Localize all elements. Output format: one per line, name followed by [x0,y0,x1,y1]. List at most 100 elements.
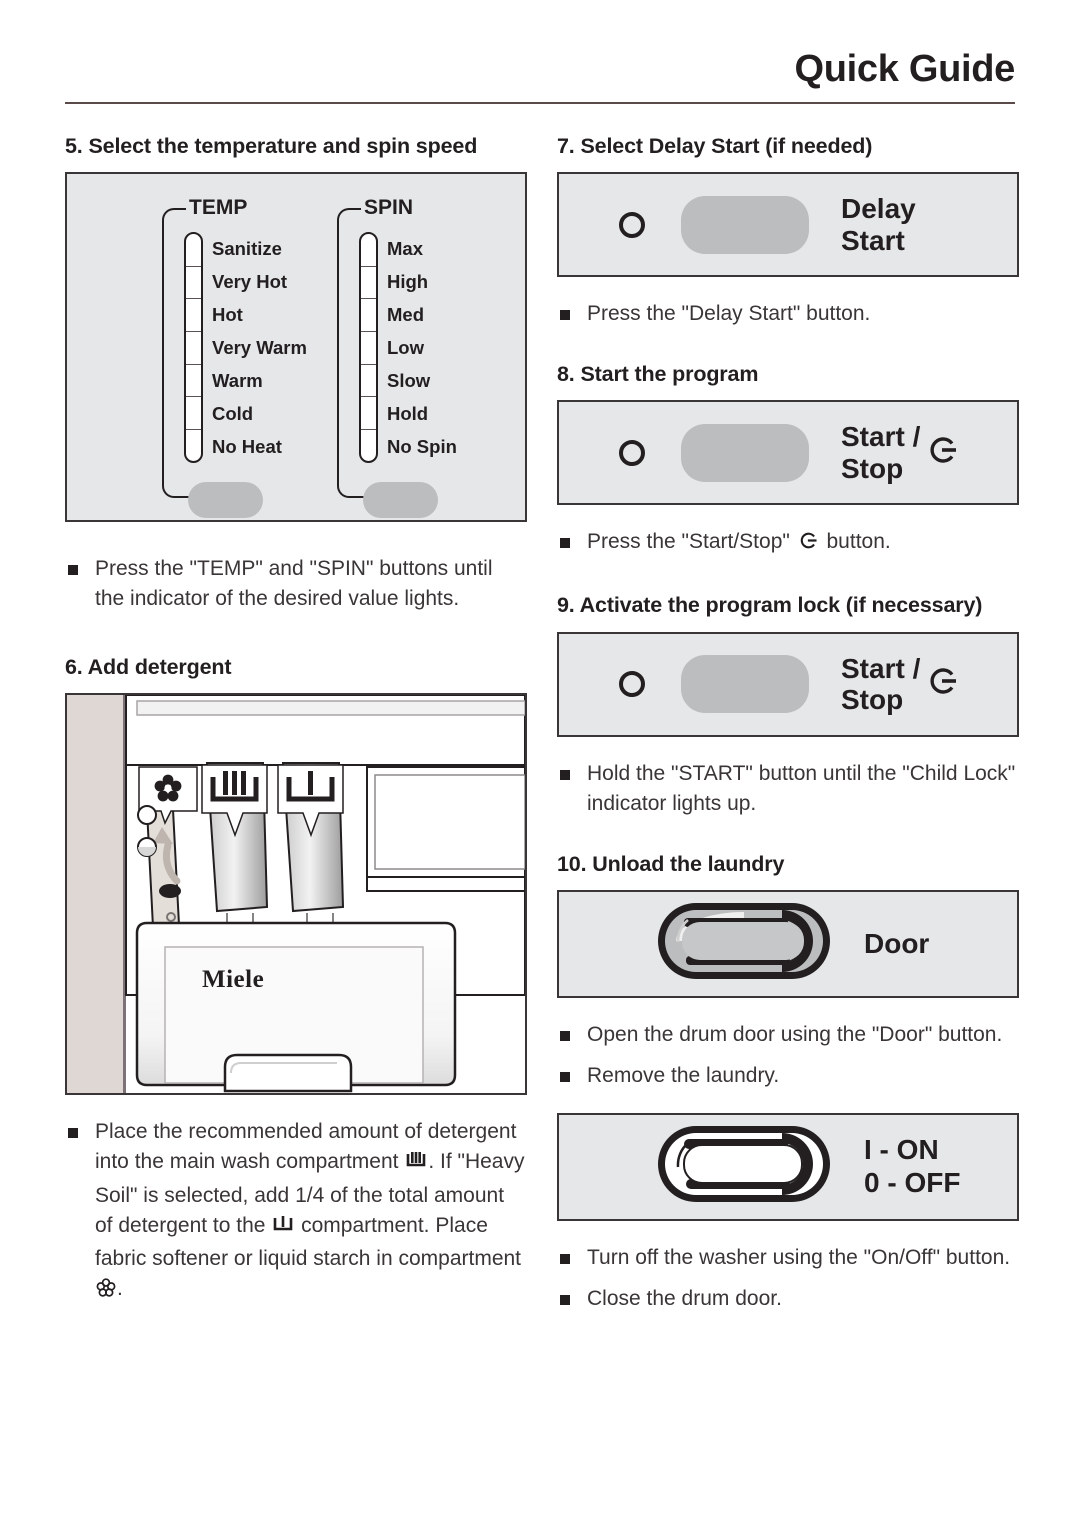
step-10-bullets-b: Turn off the washer using the "On/Off" b… [557,1243,1019,1314]
step-8-heading: 8. Start the program [557,362,759,387]
page-header: Quick Guide [65,48,1015,104]
spin-indicator-body: Max High Med Low Slow Hold No Spin [359,232,457,464]
spin-option: Max [387,238,423,260]
prewash-icon [272,1214,294,1244]
step-7-heading: 7. Select Delay Start (if needed) [557,134,873,158]
bullet-item: Close the drum door. [557,1284,1019,1314]
spin-option: No Spin [387,436,457,458]
program-lock-label: Start / Stop [841,652,921,716]
temp-option: Hot [212,304,243,326]
step-9-heading: 9. Activate the program lock (if necessa… [557,593,983,618]
bullet-item: Remove the laundry. [557,1061,1019,1091]
start-stop-label-wrap: Start / Stop [841,421,960,484]
onoff-rocker-button[interactable] [654,1121,834,1212]
temp-indicator-bar [184,232,203,464]
main-wash-icon [405,1150,427,1180]
bullet-item: Press the "TEMP" and "SPIN" buttons unti… [65,554,527,614]
quick-guide-page: Quick Guide 5. Select the temperature an… [0,0,1080,1529]
start-stop-led-icon [619,439,645,466]
detergent-drawer-illustration: Miele [65,693,527,1096]
bullet-item: Turn off the washer using the "On/Off" b… [557,1243,1019,1273]
step-10-bullets-a: Open the drum door using the "Door" butt… [557,1020,1019,1091]
step-5-bullets: Press the "TEMP" and "SPIN" buttons unti… [65,554,527,614]
delay-start-label-wrap: Delay Start [841,193,916,256]
right-column: 7. Select Delay Start (if needed) Delay … [557,133,1019,1314]
page-title: Quick Guide [794,48,1015,90]
temp-segment [186,430,201,462]
step-7-bullets: Press the "Delay Start" button. [557,299,1019,329]
temp-control-group: TEMP Sanitize Very Hot Hot Very Warm War… [162,196,337,520]
temp-button[interactable] [188,482,263,519]
spin-option: Med [387,304,424,326]
onoff-button-panel: I - ON 0 - OFF [557,1112,1019,1221]
spin-option: Hold [387,403,429,425]
left-column: 5. Select the temperature and spin speed… [65,133,527,1307]
bullet-item: Press the "Delay Start" button. [557,299,1019,329]
temp-option: Sanitize [212,238,282,260]
step-6-heading: 6. Add detergent [65,655,232,680]
spin-option: Slow [387,370,431,392]
detergent-text-part-4: . [117,1276,123,1300]
temp-label: TEMP [186,196,251,221]
temp-option-labels: Sanitize Very Hot Hot Very Warm Warm Col… [212,232,307,463]
step-5-heading: 5. Select the temperature and spin speed [65,134,478,158]
temp-indicator-body: Sanitize Very Hot Hot Very Warm Warm Col… [184,232,307,464]
temp-option: Very Hot [212,271,288,293]
drawer-drawing: Miele [67,695,525,1094]
temp-segment [186,267,201,300]
spin-indicator-bar [359,232,378,464]
program-lock-led-icon [619,671,645,698]
temp-segment [186,365,201,398]
temp-segment [186,332,201,365]
spin-segment [361,397,376,430]
temp-spin-panel: TEMP Sanitize Very Hot Hot Very Warm War… [65,172,527,523]
start-stop-panel-9: Start / Stop [557,631,1019,737]
start-stop-text-part-2: button. [820,530,891,554]
bullet-item: Hold the "START" button until the "Child… [557,759,1019,819]
temp-segment [186,299,201,332]
step-9-bullets: Hold the "START" button until the "Child… [557,759,1019,819]
spin-segment [361,267,376,300]
temp-segment [186,397,201,430]
start-stop-key[interactable] [681,423,809,482]
door-label: Door [864,927,930,959]
program-lock-key[interactable] [681,655,809,714]
spin-segment [361,299,376,332]
bullet-item: Place the recommended amount of detergen… [65,1117,527,1306]
start-stop-icon [926,664,960,705]
spin-option: Low [387,337,424,359]
temp-segment [186,234,201,267]
start-stop-icon [797,530,820,560]
spin-segment [361,234,376,267]
delay-start-key[interactable] [681,195,809,254]
miele-brand-mark: Miele [202,966,264,993]
start-stop-icon [926,433,960,474]
start-stop-text-part-1: Press the "Start/Stop" [587,530,796,554]
temp-option: Cold [212,403,254,425]
spin-control-group: SPIN Max High Med Low Slow Hold No Spin [337,196,512,520]
spin-button[interactable] [363,482,438,519]
spin-segment [361,430,376,462]
program-lock-label-wrap: Start / Stop [841,653,960,716]
start-stop-label: Start / Stop [841,421,921,484]
start-stop-panel-8: Start / Stop [557,400,1019,506]
temp-option: Very Warm [212,337,307,359]
delay-start-label: Delay Start [841,193,916,256]
bullet-item: Press the "Start/Stop" button. [557,527,1019,560]
step-10-heading: 10. Unload the laundry [557,851,785,876]
temp-option: Warm [212,370,263,392]
step-8-bullets: Press the "Start/Stop" button. [557,527,1019,560]
flower-softener-icon [96,1277,116,1307]
bullet-item: Open the drum door using the "Door" butt… [557,1020,1019,1050]
spin-label: SPIN [361,196,417,221]
spin-option: High [387,271,429,293]
door-rocker-button[interactable] [654,898,834,989]
spin-segment [361,365,376,398]
header-divider [65,101,1015,104]
door-button-panel: Door [557,889,1019,998]
delay-start-led-icon [619,211,645,238]
temp-option: No Heat [212,436,282,458]
delay-start-panel: Delay Start [557,172,1019,278]
onoff-label: I - ON 0 - OFF [864,1134,961,1198]
step-6-bullets: Place the recommended amount of detergen… [65,1117,527,1306]
